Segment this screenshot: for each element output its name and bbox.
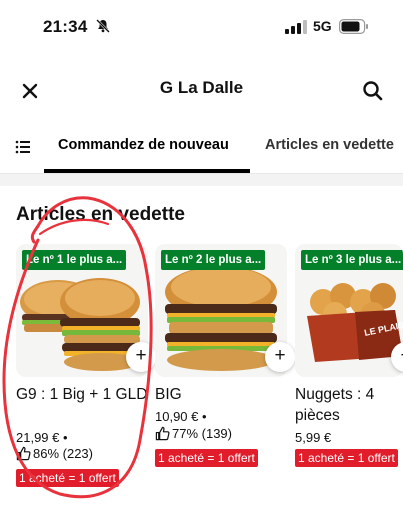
status-time: 21:34	[43, 17, 88, 36]
product-rating: 77% (139)	[155, 426, 232, 441]
page-title: G La Dalle	[159, 78, 244, 97]
plus-icon: +	[135, 345, 147, 366]
section-title: Articles en vedette	[16, 204, 185, 225]
battery-icon	[339, 19, 368, 34]
store-header: G La Dalle	[0, 62, 403, 114]
tab-commandez-de-nouveau[interactable]: Commandez de nouveau	[58, 137, 229, 153]
plus-icon: +	[391, 346, 403, 366]
category-tabs: Commandez de nouveau Articles en vedette	[0, 122, 403, 174]
product-price: 21,99 € •	[16, 430, 68, 445]
section-divider	[0, 174, 403, 186]
product-price: 10,90 € •	[155, 409, 207, 424]
product-name: G9 : 1 Big + 1 GLD	[16, 386, 148, 403]
thumbs-up-icon	[155, 426, 170, 441]
promo-badge: 1 acheté = 1 offert	[155, 449, 258, 467]
rating-text: 86% (223)	[33, 446, 93, 461]
rating-text: 77% (139)	[172, 426, 232, 441]
network-type: 5G	[313, 18, 332, 34]
menu-list-icon[interactable]	[14, 138, 34, 156]
product-image[interactable]: LE PLAISIR Le nº 3 le plus a...	[295, 244, 403, 377]
search-icon[interactable]	[359, 77, 387, 105]
product-rating: 86% (223)	[16, 446, 93, 461]
active-tab-indicator	[44, 169, 250, 173]
product-price: 5,99 €	[295, 430, 332, 445]
tab-articles-en-vedette[interactable]: Articles en vedette	[265, 137, 394, 153]
product-name: Nuggets : 4 pièces	[295, 386, 375, 424]
product-name: BIG	[155, 386, 182, 403]
promo-badge: 1 acheté = 1 offert	[295, 449, 398, 467]
ranking-badge: Le nº 3 le plus a...	[301, 250, 403, 270]
signal-icon	[285, 20, 307, 34]
add-to-cart-button[interactable]: +	[265, 342, 295, 372]
status-bar: 21:34 5G	[0, 0, 403, 50]
ranking-badge: Le nº 2 le plus a...	[161, 250, 266, 270]
plus-icon: +	[274, 345, 286, 366]
thumbs-up-icon	[16, 446, 31, 461]
bell-muted-icon	[96, 19, 110, 33]
promo-badge: 1 acheté = 1 offert	[16, 469, 119, 487]
ranking-badge: Le nº 1 le plus a...	[22, 250, 127, 270]
add-to-cart-button[interactable]: +	[126, 342, 156, 372]
